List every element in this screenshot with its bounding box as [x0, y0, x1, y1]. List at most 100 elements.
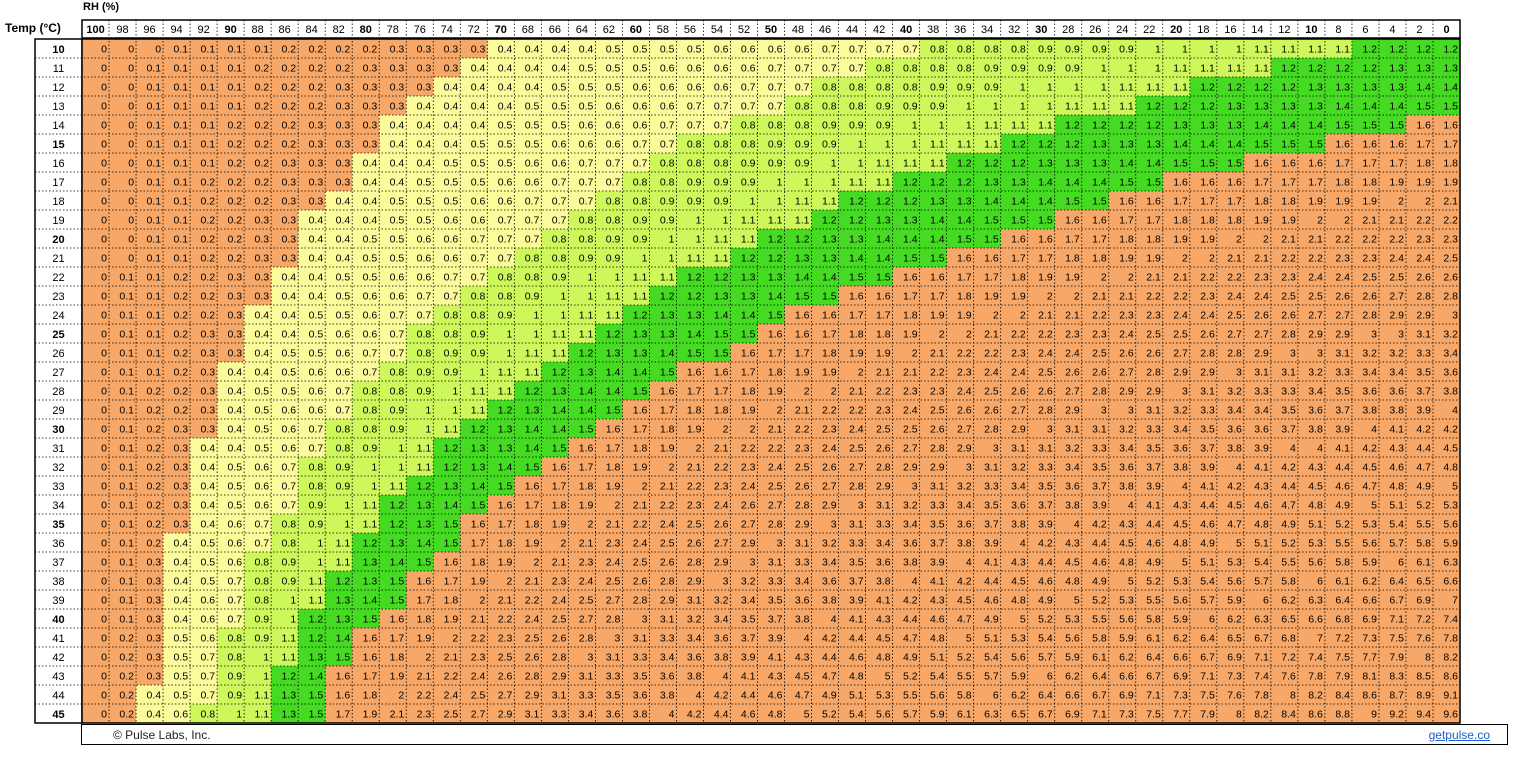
- vpd-cell-value: 6: [1317, 576, 1323, 588]
- vpd-cell-value: 0.3: [363, 139, 378, 151]
- vpd-cell-value: 0.2: [255, 158, 270, 170]
- vpd-cell-value: 0.4: [498, 82, 513, 94]
- vpd-cell-value: 2.8: [1443, 291, 1458, 303]
- vpd-cell-value: 5.8: [1335, 557, 1350, 569]
- vpd-cell-value: 2: [1209, 253, 1215, 265]
- vpd-cell-value: 3.3: [1200, 405, 1215, 417]
- vpd-cell-value: 1.8: [1200, 215, 1215, 227]
- vpd-cell-value: 3.6: [1173, 443, 1188, 455]
- vpd-cell-value: 5.6: [1362, 538, 1377, 550]
- vpd-cell-value: 0.3: [173, 500, 188, 512]
- vpd-cell-value: 0.2: [200, 215, 215, 227]
- vpd-cell-value: 6: [1047, 671, 1053, 683]
- vpd-cell-value: 1.7: [1254, 177, 1269, 189]
- vpd-cell-value: 0: [101, 576, 107, 588]
- vpd-cell-value: 6.3: [1308, 595, 1323, 607]
- vpd-cell-value: 3.7: [1281, 424, 1296, 436]
- vpd-cell-value: 0.4: [309, 253, 324, 265]
- vpd-cell-value: 0.5: [255, 424, 270, 436]
- vpd-cell-value: 6.3: [1443, 557, 1458, 569]
- vpd-cell-value: 4.9: [1335, 500, 1350, 512]
- vpd-cell-value: 0.8: [363, 405, 378, 417]
- vpd-cell-value: 5: [885, 671, 891, 683]
- vpd-cell-value: 1.1: [633, 272, 648, 284]
- vpd-cell-value: 4.6: [930, 614, 945, 626]
- vpd-cell-value: 2.2: [795, 424, 810, 436]
- vpd-cell-value: 0.5: [471, 177, 486, 189]
- vpd-cell-value: 1.3: [741, 291, 756, 303]
- vpd-cell-value: 1.8: [741, 386, 756, 398]
- vpd-cell-value: 4: [1074, 519, 1080, 531]
- vpd-cell-value: 4.1: [1146, 500, 1161, 512]
- vpd-cell-value: 5.3: [1119, 595, 1134, 607]
- vpd-cell-value: 4: [669, 709, 675, 721]
- vpd-cell-value: 0.6: [606, 101, 621, 113]
- vpd-cell-value: 1.8: [822, 348, 837, 360]
- vpd-cell-value: 1: [669, 234, 675, 246]
- vpd-cell-value: 3.4: [1011, 481, 1026, 493]
- website-link[interactable]: getpulse.co: [1429, 728, 1490, 742]
- vpd-cell-value: 9.1: [1443, 690, 1458, 702]
- vpd-cell-value: 0.1: [119, 576, 134, 588]
- vpd-cell-value: 7.6: [1281, 671, 1296, 683]
- vpd-cell-value: 0.7: [417, 291, 432, 303]
- vpd-cell-value: 0.5: [606, 44, 621, 56]
- vpd-cell-value: 3.3: [849, 538, 864, 550]
- vpd-cell-value: 0.3: [173, 443, 188, 455]
- vpd-cell-value: 1.2: [471, 424, 486, 436]
- vpd-cell-value: 0.5: [336, 272, 351, 284]
- vpd-cell-value: 1.1: [1254, 44, 1269, 56]
- vpd-cell-value: 1: [533, 329, 539, 341]
- vpd-cell-value: 0.3: [336, 177, 351, 189]
- vpd-cell-value: 2.6: [525, 652, 540, 664]
- vpd-cell-value: 0.5: [336, 310, 351, 322]
- vpd-cell-value: 0.4: [417, 158, 432, 170]
- temp-tick-label: 37: [52, 557, 64, 569]
- temp-tick-label: 30: [52, 424, 64, 436]
- vpd-cell-value: 3.4: [795, 576, 810, 588]
- vpd-cell-value: 2.9: [1389, 310, 1404, 322]
- vpd-cell-value: 0.6: [660, 82, 675, 94]
- vpd-cell-value: 0.4: [309, 215, 324, 227]
- vpd-cell-value: 1.4: [1038, 196, 1053, 208]
- vpd-cell-value: 3.8: [876, 576, 891, 588]
- vpd-cell-value: 0.8: [282, 538, 297, 550]
- vpd-cell-value: 3.4: [687, 633, 702, 645]
- vpd-cell-value: 1: [561, 291, 567, 303]
- vpd-cell-value: 1.1: [471, 386, 486, 398]
- vpd-cell-value: 0.4: [255, 310, 270, 322]
- vpd-cell-value: 5.9: [1119, 633, 1134, 645]
- vpd-cell-value: 5: [1128, 576, 1134, 588]
- vpd-cell-value: 1: [506, 329, 512, 341]
- vpd-cell-value: 1.2: [714, 272, 729, 284]
- vpd-cell-value: 1.7: [1308, 177, 1323, 189]
- vpd-cell-value: 1.6: [876, 291, 891, 303]
- vpd-cell-value: 6.7: [1146, 671, 1161, 683]
- vpd-cell-value: 8.4: [1335, 690, 1350, 702]
- vpd-cell-value: 0.5: [498, 139, 513, 151]
- vpd-cell-value: 2.4: [1038, 348, 1053, 360]
- vpd-cell-value: 3.2: [822, 538, 837, 550]
- vpd-cell-value: 0.2: [119, 690, 134, 702]
- vpd-cell-value: 1.9: [1281, 215, 1296, 227]
- vpd-cell-value: 0.7: [606, 177, 621, 189]
- vpd-cell-value: 1.9: [417, 633, 432, 645]
- vpd-cell-value: 4.4: [1038, 557, 1053, 569]
- vpd-cell-value: 1: [1209, 44, 1215, 56]
- vpd-cell-value: 2.8: [1200, 348, 1215, 360]
- vpd-cell-value: 1.8: [957, 291, 972, 303]
- vpd-cell-value: 6: [993, 690, 999, 702]
- vpd-cell-value: 0.5: [255, 405, 270, 417]
- vpd-cell-value: 6: [1209, 614, 1215, 626]
- vpd-cell-value: 1.1: [633, 291, 648, 303]
- vpd-cell-value: 3: [1317, 348, 1323, 360]
- vpd-cell-value: 3.3: [633, 652, 648, 664]
- vpd-cell-value: 0.1: [119, 519, 134, 531]
- vpd-cell-value: 4.8: [1011, 595, 1026, 607]
- vpd-cell-value: 3.8: [660, 690, 675, 702]
- vpd-cell-value: 4.6: [768, 690, 783, 702]
- vpd-cell-value: 1.8: [903, 310, 918, 322]
- vpd-cell-value: 7.8: [1254, 690, 1269, 702]
- vpd-cell-value: 2.1: [876, 367, 891, 379]
- vpd-cell-value: 3.7: [930, 538, 945, 550]
